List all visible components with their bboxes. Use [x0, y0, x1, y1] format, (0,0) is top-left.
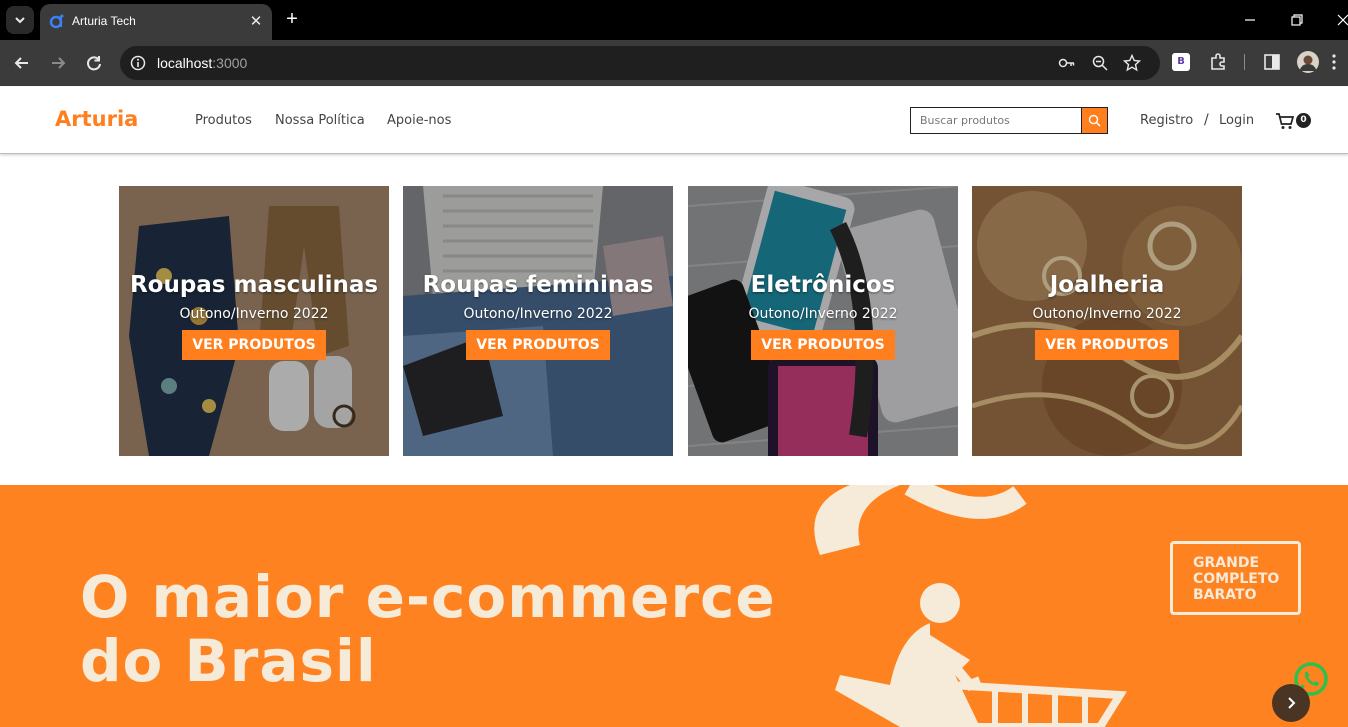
- card-title: Roupas femininas: [422, 272, 654, 298]
- close-window-icon[interactable]: [1333, 10, 1348, 30]
- category-card-roupas-femininas[interactable]: Roupas femininas Outono/Inverno 2022 VER…: [403, 186, 673, 456]
- browser-tab[interactable]: Arturia Tech ✕: [40, 4, 272, 40]
- search-field: [910, 107, 1082, 134]
- key-icon[interactable]: [1058, 54, 1076, 72]
- forward-icon[interactable]: [47, 52, 69, 74]
- stamp-line: COMPLETO: [1193, 571, 1280, 587]
- card-content: Eletrônicos Outono/Inverno 2022 VER PROD…: [688, 272, 958, 360]
- url-text[interactable]: localhost:3000: [157, 55, 247, 71]
- stamp-line: GRANDE: [1193, 555, 1260, 571]
- shopper-illustration: [814, 485, 1127, 727]
- nav-produtos[interactable]: Produtos: [195, 113, 252, 128]
- toolbar-divider: [1244, 54, 1245, 70]
- nav-apoie-nos[interactable]: Apoie-nos: [387, 113, 451, 128]
- extension-b-icon[interactable]: B: [1172, 53, 1190, 71]
- category-card-eletronicos[interactable]: Eletrônicos Outono/Inverno 2022 VER PROD…: [688, 186, 958, 456]
- arturia-favicon-icon: [49, 14, 64, 29]
- restore-icon[interactable]: [1287, 10, 1307, 30]
- banner-headline: O maior e-commerce do Brasil: [80, 565, 776, 693]
- site-header: Arturia Produtos Nossa Política Apoie-no…: [0, 87, 1348, 154]
- nav-nossa-politica[interactable]: Nossa Política: [275, 113, 365, 128]
- brand-logo[interactable]: Arturia: [55, 107, 138, 131]
- back-icon[interactable]: [11, 52, 33, 74]
- address-bar[interactable]: localhost:3000: [120, 46, 1160, 80]
- category-card-roupas-masculinas[interactable]: Roupas masculinas Outono/Inverno 2022 VE…: [119, 186, 389, 456]
- menu-dots-icon[interactable]: [1330, 52, 1338, 72]
- banner-stamp: GRANDE COMPLETO BARATO: [1170, 541, 1301, 615]
- bookmark-star-icon[interactable]: [1123, 54, 1141, 72]
- login-link[interactable]: Login: [1219, 113, 1254, 128]
- banner-headline-line-2: do Brasil: [80, 627, 377, 695]
- search-input[interactable]: [911, 108, 1082, 133]
- site-info-icon[interactable]: [130, 55, 146, 71]
- ver-produtos-button[interactable]: VER PRODUTOS: [182, 330, 326, 360]
- card-title: Roupas masculinas: [129, 272, 379, 298]
- search-button[interactable]: [1081, 107, 1108, 134]
- side-panel-icon[interactable]: [1262, 52, 1282, 72]
- ver-produtos-button[interactable]: VER PRODUTOS: [466, 330, 610, 360]
- tab-close-icon[interactable]: ✕: [248, 13, 264, 29]
- extensions-puzzle-icon[interactable]: [1208, 52, 1228, 72]
- ver-produtos-button[interactable]: VER PRODUTOS: [751, 330, 895, 360]
- card-content: Roupas femininas Outono/Inverno 2022 VER…: [403, 272, 673, 360]
- new-tab-button[interactable]: +: [282, 9, 302, 29]
- card-content: Roupas masculinas Outono/Inverno 2022 VE…: [119, 272, 389, 360]
- card-title: Joalheria: [1049, 272, 1165, 298]
- browser-tabbar: Arturia Tech ✕ +: [0, 0, 1348, 40]
- chevron-down-icon: [15, 17, 25, 24]
- category-card-joalheria[interactable]: Joalheria Outono/Inverno 2022 VER PRODUT…: [972, 186, 1242, 456]
- chevron-right-icon: [1288, 697, 1296, 709]
- browser-toolbar: localhost:3000: [0, 40, 1348, 86]
- minimize-icon[interactable]: [1240, 10, 1260, 30]
- card-title: Eletrônicos: [750, 272, 896, 298]
- search-icon: [1088, 114, 1101, 127]
- banner-headline-line-1: O maior e-commerce: [80, 563, 776, 631]
- stamp-line: BARATO: [1193, 587, 1257, 603]
- auth-separator: /: [1204, 112, 1209, 128]
- cart-icon[interactable]: [1275, 111, 1295, 131]
- ver-produtos-button[interactable]: VER PRODUTOS: [1035, 330, 1179, 360]
- card-subtitle: Outono/Inverno 2022: [463, 306, 613, 322]
- reload-icon[interactable]: [83, 52, 105, 74]
- card-content: Joalheria Outono/Inverno 2022 VER PRODUT…: [972, 272, 1242, 360]
- register-link[interactable]: Registro: [1140, 113, 1193, 128]
- tab-title: Arturia Tech: [72, 14, 136, 28]
- hero-banner: O maior e-commerce do Brasil GRANDE COMP…: [0, 485, 1348, 727]
- tab-search-button[interactable]: [6, 6, 34, 34]
- cart-count-badge: 0: [1296, 113, 1311, 128]
- carousel-next-button[interactable]: [1272, 684, 1310, 722]
- card-subtitle: Outono/Inverno 2022: [748, 306, 898, 322]
- profile-avatar[interactable]: [1297, 51, 1319, 73]
- card-subtitle: Outono/Inverno 2022: [179, 306, 329, 322]
- zoom-icon[interactable]: [1091, 54, 1109, 72]
- card-subtitle: Outono/Inverno 2022: [1032, 306, 1182, 322]
